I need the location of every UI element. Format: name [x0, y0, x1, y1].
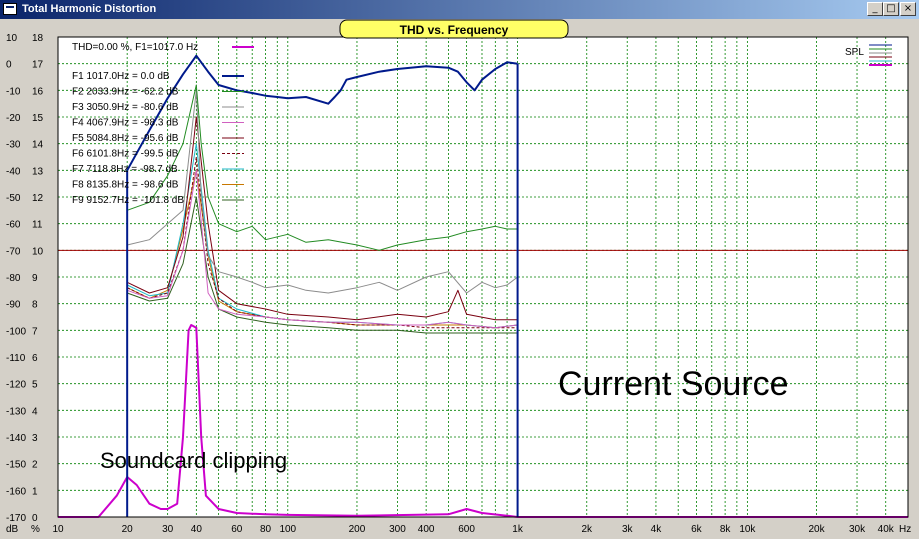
legend-label: F3 3050.9Hz = -80.6 dB [72, 102, 179, 113]
x-tick-label: 60 [231, 524, 243, 535]
legend-label: F9 9152.7Hz = -101.8 dB [72, 195, 184, 206]
y-pct-tick-label: 4 [32, 406, 38, 417]
y-db-tick-label: 0 [6, 60, 12, 71]
y-db-unit: dB [6, 524, 19, 535]
y-pct-tick-label: 14 [32, 140, 44, 151]
minimize-button[interactable]: _ [867, 2, 883, 16]
maximize-button[interactable]: □ [883, 2, 899, 16]
current-source-annotation: Current Source [558, 365, 789, 403]
x-tick-label: 2k [581, 524, 593, 535]
x-tick-label: 600 [458, 524, 475, 535]
x-tick-label: 4k [651, 524, 663, 535]
y-pct-tick-label: 9 [32, 273, 38, 284]
x-tick-label: 400 [418, 524, 435, 535]
x-tick-label: 40k [878, 524, 895, 535]
y-pct-tick-label: 6 [32, 353, 38, 364]
x-tick-label: 1k [512, 524, 524, 535]
y-pct-tick-label: 18 [32, 33, 44, 44]
y-pct-tick-label: 11 [32, 220, 43, 231]
y-pct-tick-label: 12 [32, 193, 44, 204]
y-pct-tick-label: 15 [32, 113, 44, 124]
y-pct-tick-label: 1 [32, 486, 38, 497]
y-pct-tick-label: 13 [32, 166, 44, 177]
x-tick-label: 10k [739, 524, 756, 535]
x-tick-label: 300 [389, 524, 406, 535]
y-pct-tick-label: 5 [32, 380, 38, 391]
y-db-tick-label: -150 [6, 460, 26, 471]
y-pct-unit: % [31, 524, 40, 535]
y-pct-tick-label: 7 [32, 326, 38, 337]
x-unit: Hz [899, 524, 911, 535]
y-db-tick-label: -100 [6, 326, 26, 337]
y-db-tick-label: -10 [6, 86, 21, 97]
y-pct-tick-label: 0 [32, 513, 38, 524]
title-bar[interactable]: Total Harmonic Distortion _ □ × [0, 0, 919, 19]
x-tick-label: 3k [622, 524, 634, 535]
legend-label: F5 5084.8Hz = -95.6 dB [72, 133, 179, 144]
y-db-tick-label: -20 [6, 113, 21, 124]
x-tick-label: 10 [52, 524, 64, 535]
legend-label: F8 8135.8Hz = -98.6 dB [72, 180, 179, 191]
y-db-tick-label: 10 [6, 33, 18, 44]
y-pct-tick-label: 3 [32, 433, 38, 444]
y-db-tick-label: -80 [6, 273, 21, 284]
chart-title: THD vs. Frequency [400, 23, 509, 37]
y-db-tick-label: -160 [6, 486, 26, 497]
thd-chart: 10 20 30 40 60 80 100 200 300 400 600 1k 2k 3k 4k 6k 8k 1… [0, 19, 919, 539]
x-tick-label: 30 [162, 524, 174, 535]
legend-label: F4 4067.9Hz = -98.3 dB [72, 118, 179, 129]
soundcard-clipping-annotation: Soundcard clipping [100, 448, 287, 473]
y-pct-tick-label: 2 [32, 460, 38, 471]
x-tick-label: 20k [808, 524, 825, 535]
app-window: Total Harmonic Distortion _ □ × 10 20 30 40… [0, 0, 919, 539]
x-tick-label: 200 [349, 524, 366, 535]
y-db-tick-label: -90 [6, 300, 21, 311]
spl-label: SPL [845, 47, 864, 58]
x-tick-label: 80 [260, 524, 272, 535]
x-tick-label: 40 [191, 524, 203, 535]
legend-label: F1 1017.0Hz = 0.0 dB [72, 71, 170, 82]
x-tick-label: 100 [279, 524, 296, 535]
x-tick-label: 20 [122, 524, 134, 535]
y-db-tick-label: -170 [6, 513, 26, 524]
y-db-tick-label: -110 [6, 353, 26, 364]
y-db-tick-label: -130 [6, 406, 26, 417]
y-db-tick-label: -30 [6, 140, 21, 151]
y-pct-tick-label: 16 [32, 86, 44, 97]
y-pct-tick-label: 17 [32, 60, 44, 71]
y-db-tick-label: -70 [6, 246, 21, 257]
app-icon [3, 3, 17, 15]
y-pct-tick-label: 10 [32, 246, 44, 257]
thd-summary: THD=0.00 %, F1=1017.0 Hz [72, 42, 198, 53]
legend-label: F7 7118.8Hz = -98.7 dB [72, 164, 178, 175]
y-db-tick-label: -120 [6, 380, 26, 391]
y-db-tick-label: -40 [6, 166, 21, 177]
y-db-tick-label: -50 [6, 193, 21, 204]
y-db-tick-label: -140 [6, 433, 26, 444]
legend-label: F6 6101.8Hz = -99.5 dB [72, 149, 179, 160]
legend-label: F2 2033.9Hz = -62.2 dB [72, 87, 179, 98]
x-tick-label: 6k [691, 524, 703, 535]
x-tick-label: 8k [720, 524, 732, 535]
y-pct-tick-label: 8 [32, 300, 38, 311]
window-title: Total Harmonic Distortion [22, 3, 157, 15]
x-tick-label: 30k [849, 524, 866, 535]
close-button[interactable]: × [900, 2, 916, 16]
y-db-tick-label: -60 [6, 220, 21, 231]
